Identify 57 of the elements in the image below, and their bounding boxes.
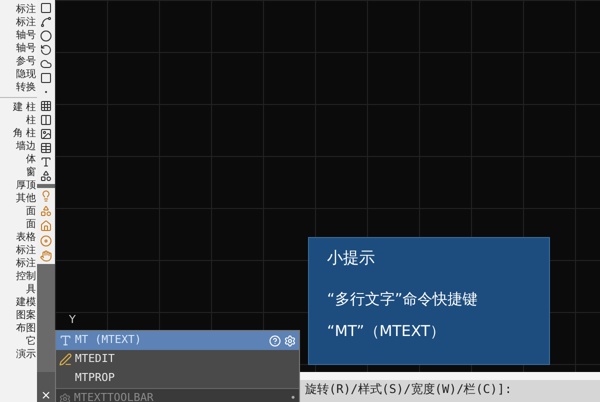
palette-item[interactable]: 体	[26, 153, 37, 166]
text-icon[interactable]	[40, 156, 52, 168]
cloud-icon[interactable]	[40, 58, 52, 70]
tip-text: “MT”（MTEXT）	[327, 321, 446, 342]
autocomplete-item[interactable]: MTPROP	[56, 369, 299, 388]
footer-dot: •	[290, 392, 296, 402]
shapes-icon[interactable]	[40, 170, 52, 182]
text-icon	[59, 334, 72, 347]
palette-item[interactable]: 厚顶	[16, 179, 37, 192]
palette-item[interactable]: 标注	[16, 3, 37, 16]
close-button[interactable]: ×	[40, 389, 52, 401]
palette-item[interactable]: 墙边	[16, 140, 37, 153]
house-icon[interactable]	[40, 220, 52, 232]
palette-item[interactable]: 轴号	[16, 29, 37, 42]
palette-item[interactable]: 表格	[16, 231, 37, 244]
autocomplete-item[interactable]: MTEDIT	[56, 350, 299, 369]
tip-text: “多行文字”命令快捷键	[327, 289, 479, 310]
palette-item[interactable]: 建模	[16, 296, 37, 309]
image-icon[interactable]	[40, 128, 52, 140]
tip-title: 小提示	[327, 247, 376, 269]
settings-icon[interactable]	[284, 334, 296, 346]
palette-item[interactable]: 其他	[16, 192, 37, 205]
palette-item[interactable]: 面	[26, 218, 37, 231]
palette-item[interactable]: 隐现	[16, 68, 37, 81]
palette-item[interactable]: 演示	[16, 348, 37, 361]
rectangle-icon[interactable]	[40, 2, 52, 14]
bulb-icon[interactable]	[40, 190, 52, 202]
palette-item[interactable]: 参号	[16, 55, 37, 68]
command-prompt: 旋转(R)/样式(S)/宽度(W)/栏(C)]:	[305, 381, 512, 398]
curve-icon[interactable]	[40, 16, 52, 28]
command-name: MT (MTEXT)	[75, 332, 142, 348]
gear-icon	[59, 392, 71, 402]
axis-label: Y	[69, 312, 76, 328]
hand-icon[interactable]	[40, 250, 52, 262]
palette-item[interactable]: 具	[26, 283, 37, 296]
palette-item[interactable]: 轴号	[16, 42, 37, 55]
palette-item[interactable]: 标注	[16, 257, 37, 270]
palette-item[interactable]: 布图	[16, 322, 37, 335]
palette-item[interactable]: 窗	[26, 166, 37, 179]
palette-item[interactable]: 控制	[16, 270, 37, 283]
palette-item[interactable]: 转换	[16, 81, 37, 94]
footer-command: MTEXTTOOLBAR	[74, 390, 154, 402]
help-icon[interactable]	[269, 334, 281, 346]
command-name: MTEDIT	[75, 351, 115, 368]
table-icon[interactable]	[40, 142, 52, 154]
command-name: MTPROP	[75, 370, 115, 386]
palette-item[interactable]: 建 柱	[12, 101, 37, 114]
palette-item[interactable]: 角 柱	[12, 127, 37, 140]
autocomplete-footer[interactable]: MTEXTTOOLBAR •	[56, 388, 299, 402]
palette-item[interactable]: 标注	[16, 16, 37, 29]
palette-item[interactable]: 图案	[16, 309, 37, 322]
palette-item[interactable]: 它	[26, 335, 37, 348]
palette-item[interactable]: 标注	[16, 244, 37, 257]
disc-icon[interactable]	[40, 235, 52, 247]
palette-item[interactable]: 柱	[26, 114, 37, 127]
text-edit-icon	[59, 353, 72, 366]
palette-item[interactable]: 面	[26, 205, 37, 218]
